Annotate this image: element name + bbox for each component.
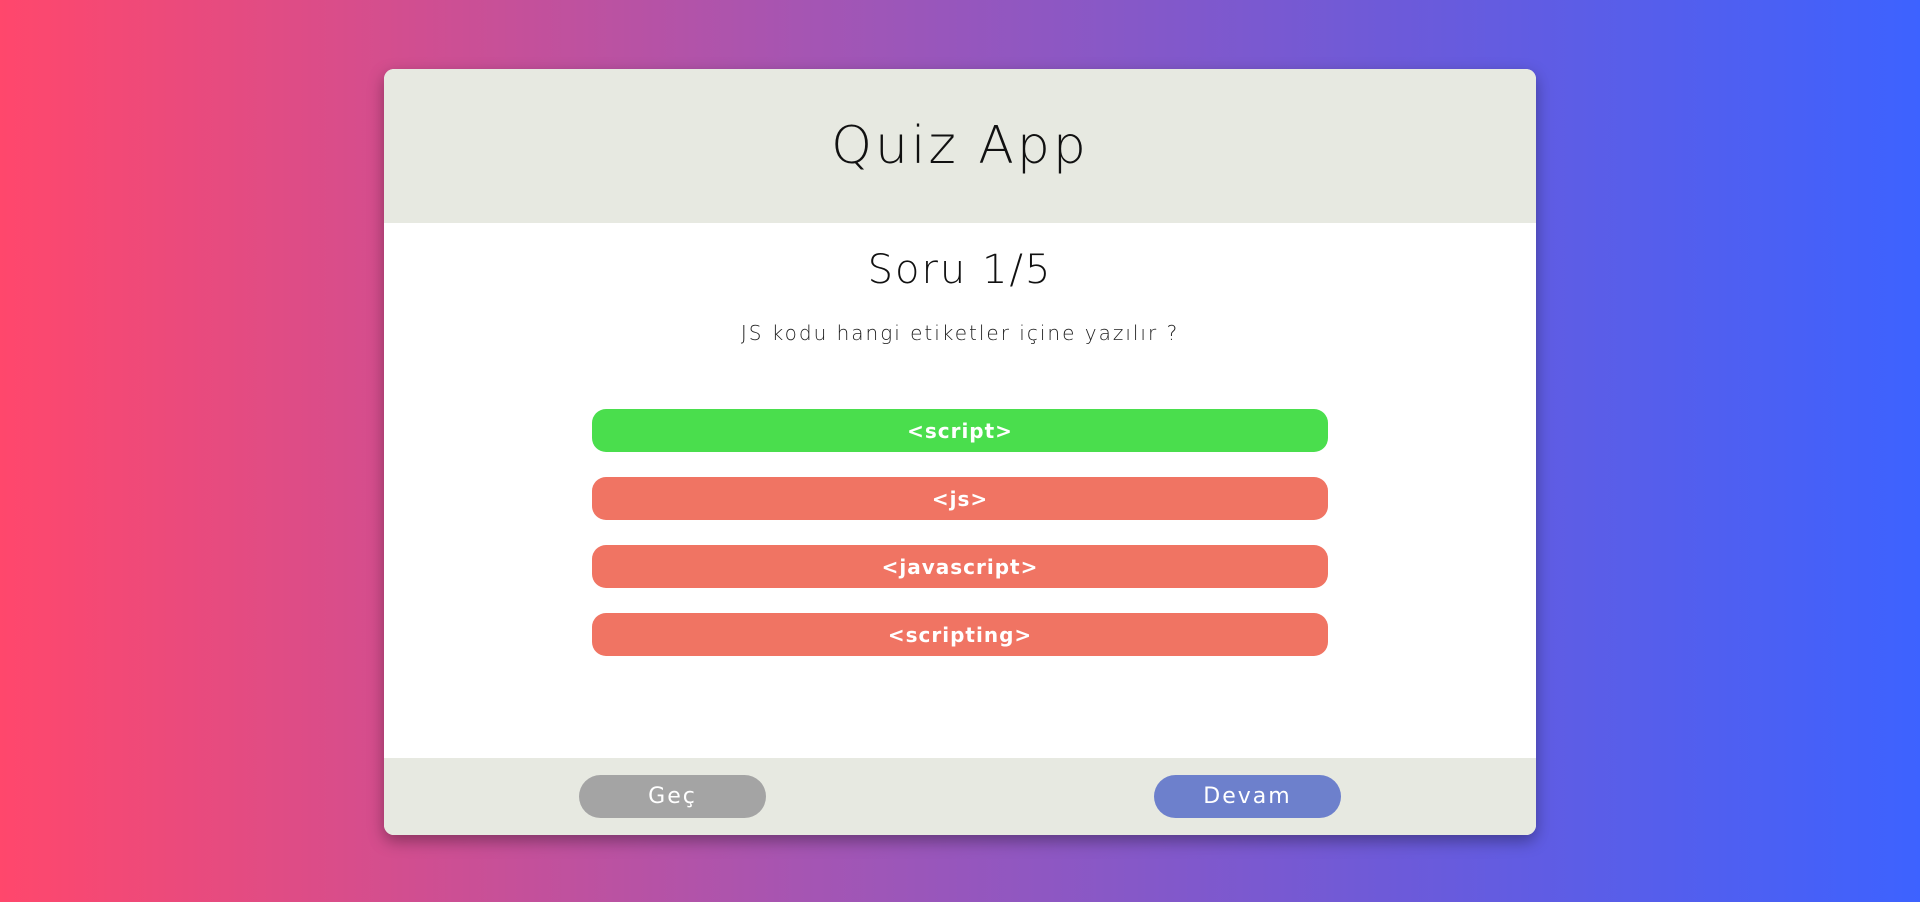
quiz-card: Quiz App Soru 1/5 JS kodu hangi etiketle… [384, 69, 1536, 835]
next-button[interactable]: Devam [1154, 775, 1341, 818]
quiz-header: Quiz App [384, 69, 1536, 223]
answer-option-4[interactable]: <scripting> [592, 613, 1328, 656]
answer-list: <script> <js> <javascript> <scripting> [592, 409, 1328, 656]
skip-button[interactable]: Geç [579, 775, 766, 818]
answer-option-3[interactable]: <javascript> [592, 545, 1328, 588]
app-title: Quiz App [831, 116, 1089, 176]
answer-option-1[interactable]: <script> [592, 409, 1328, 452]
quiz-footer: Geç Devam [384, 758, 1536, 835]
question-counter: Soru 1/5 [867, 247, 1053, 293]
question-text: JS kodu hangi etiketler içine yazılır ? [740, 321, 1180, 345]
answer-option-2[interactable]: <js> [592, 477, 1328, 520]
